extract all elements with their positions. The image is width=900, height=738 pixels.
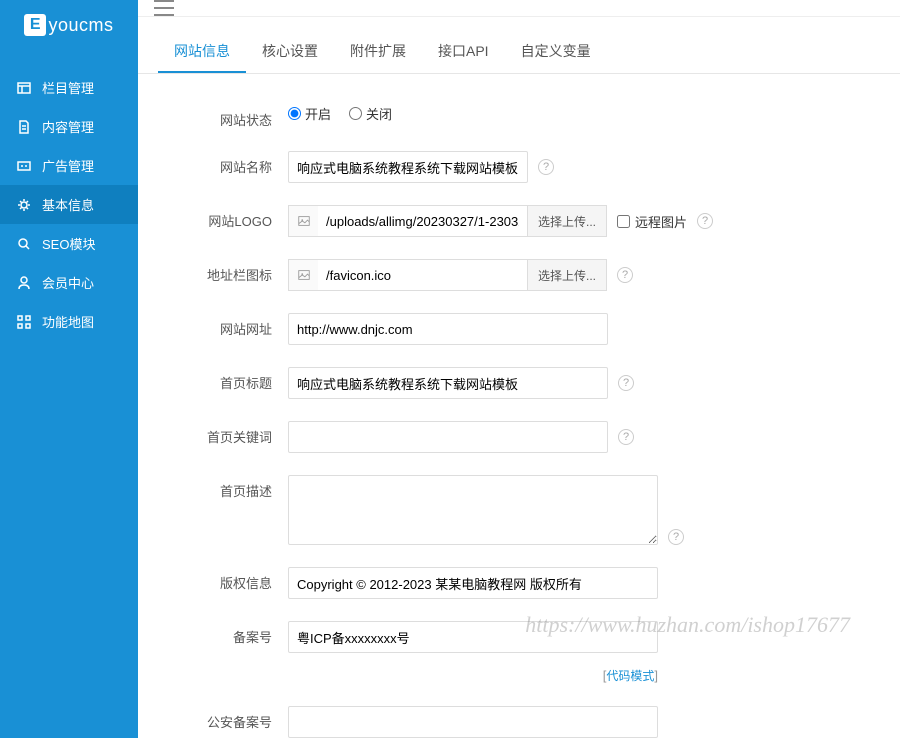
sidebar-item-seo[interactable]: SEO模块 [0,224,138,263]
help-icon[interactable]: ? [617,267,633,283]
logo-badge: E [24,14,46,36]
sidebar-label: 内容管理 [42,117,94,136]
keywords-label: 首页关键词 [168,421,288,446]
logo-upload-button[interactable]: 选择上传... [528,205,607,237]
tab-core[interactable]: 核心设置 [246,31,334,73]
url-label: 网站网址 [168,313,288,338]
status-label: 网站状态 [168,104,288,129]
sidebar-nav: 栏目管理 内容管理 广告管理 基本信息 SEO模块 会员中心 [0,50,138,341]
form: 网站状态 开启 关闭 网站名称 ? 网站LOGO [138,74,900,738]
sidebar-item-basicinfo[interactable]: 基本信息 [0,185,138,224]
code-mode-link[interactable]: 代码模式 [606,669,654,683]
tabs: 网站信息 核心设置 附件扩展 接口API 自定义变量 [138,31,900,74]
url-input[interactable] [288,313,608,345]
columns-icon [16,80,32,96]
document-icon [16,119,32,135]
menu-toggle-icon[interactable] [154,0,174,16]
sidebar-label: 基本信息 [42,195,94,214]
name-input[interactable] [288,151,528,183]
favicon-input[interactable] [318,259,528,291]
favicon-label: 地址栏图标 [168,259,288,284]
sidebar-item-columns[interactable]: 栏目管理 [0,68,138,107]
logo-text: youcms [48,15,113,36]
title-input[interactable] [288,367,608,399]
main: 网站信息 核心设置 附件扩展 接口API 自定义变量 网站状态 开启 关闭 网站… [138,0,900,738]
image-icon [288,259,318,291]
help-icon[interactable]: ? [697,213,713,229]
beian-label: 备案号 [168,621,288,646]
image-icon [288,205,318,237]
tab-siteinfo[interactable]: 网站信息 [158,31,246,73]
sidebar-label: 广告管理 [42,156,94,175]
name-label: 网站名称 [168,151,288,176]
beian-input[interactable] [288,621,658,653]
help-icon[interactable]: ? [538,159,554,175]
sidebar-label: 栏目管理 [42,78,94,97]
gongan-label: 公安备案号 [168,706,288,731]
favicon-upload-button[interactable]: 选择上传... [528,259,607,291]
gongan-input[interactable] [288,706,658,738]
desc-textarea[interactable] [288,475,658,545]
desc-label: 首页描述 [168,475,288,500]
tab-custom[interactable]: 自定义变量 [505,31,607,73]
grid-icon [16,314,32,330]
logo-label: 网站LOGO [168,205,288,230]
copyright-label: 版权信息 [168,567,288,592]
remote-image-label: 远程图片 [635,212,687,231]
sidebar-item-member[interactable]: 会员中心 [0,263,138,302]
title-label: 首页标题 [168,367,288,392]
user-icon [16,275,32,291]
settings-icon [16,197,32,213]
status-close-radio[interactable]: 关闭 [349,104,392,123]
sidebar-label: SEO模块 [42,234,95,253]
sidebar: Eyoucms 栏目管理 内容管理 广告管理 基本信息 SEO模块 [0,0,138,738]
sidebar-item-map[interactable]: 功能地图 [0,302,138,341]
topbar [138,0,900,17]
copyright-input[interactable] [288,567,658,599]
status-open-radio[interactable]: 开启 [288,104,331,123]
logo-input[interactable] [318,205,528,237]
help-icon[interactable]: ? [618,375,634,391]
logo: Eyoucms [0,0,138,50]
tab-api[interactable]: 接口API [422,31,505,73]
ad-icon [16,158,32,174]
sidebar-label: 功能地图 [42,312,94,331]
seo-icon [16,236,32,252]
sidebar-label: 会员中心 [42,273,94,292]
sidebar-item-content[interactable]: 内容管理 [0,107,138,146]
help-icon[interactable]: ? [618,429,634,445]
tab-attachment[interactable]: 附件扩展 [334,31,422,73]
help-icon[interactable]: ? [668,529,684,545]
keywords-input[interactable] [288,421,608,453]
remote-image-checkbox[interactable] [617,215,630,228]
sidebar-item-ad[interactable]: 广告管理 [0,146,138,185]
status-radio-group: 开启 关闭 [288,104,392,123]
